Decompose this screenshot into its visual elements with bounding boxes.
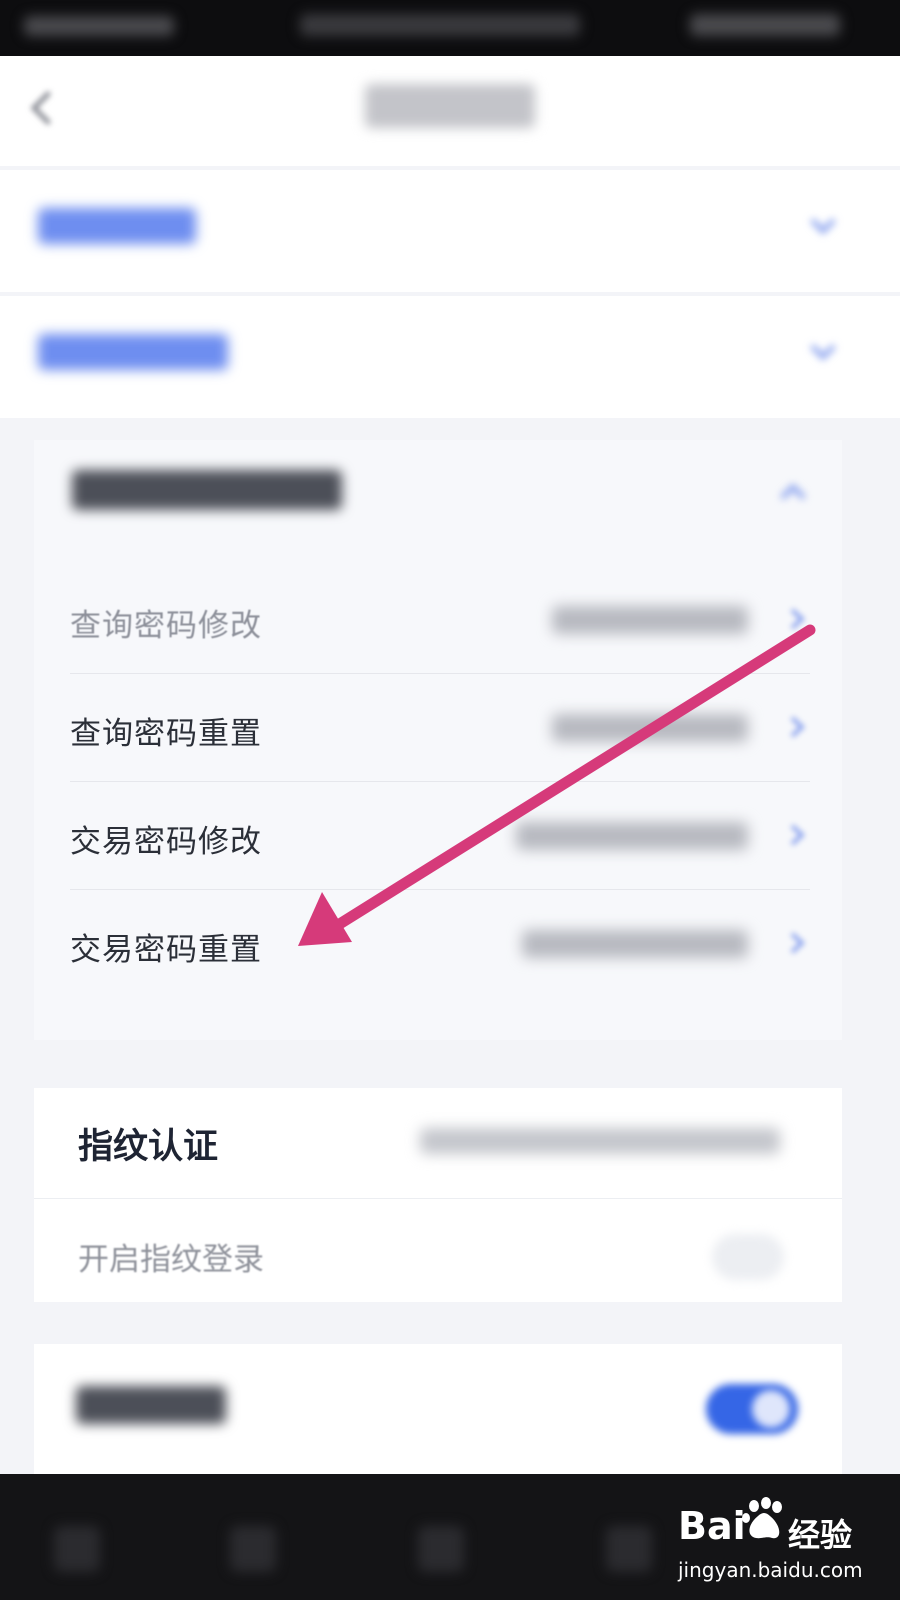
fingerprint-login-label: 开启指纹登录 [78,1242,264,1278]
nav-menu-icon[interactable] [54,1526,100,1572]
menu-item-label: 查询密码重置 [70,716,262,752]
chevron-up-icon[interactable] [778,482,808,504]
nav-circle-icon[interactable] [418,1526,464,1572]
chevron-left-icon[interactable] [22,88,62,128]
fingerprint-description [420,1128,780,1154]
divider [34,1198,842,1199]
nav-home-icon[interactable] [230,1526,276,1572]
toggle-knob [752,1390,790,1428]
fingerprint-login-toggle[interactable] [712,1234,784,1280]
watermark-url: jingyan.baidu.com [678,1558,863,1582]
menu-item-label: 交易密码修改 [70,824,262,860]
chevron-down-icon [808,215,838,237]
menu-item-trade-password-reset[interactable]: 交易密码重置 [70,890,810,998]
menu-item-label: 查询密码修改 [70,608,262,644]
chevron-down-icon [808,341,838,363]
watermark-brand: Bai [678,1504,746,1548]
status-indicators [300,14,580,36]
watermark-brand-suffix: 经验 [788,1516,853,1554]
status-battery [690,14,840,36]
page-title [365,84,535,128]
menu-item-description [552,714,748,742]
baidu-jingyan-watermark: Bai 经验 jingyan.baidu.com [670,1496,880,1588]
menu-item-description [516,822,748,850]
menu-item-query-password-reset[interactable]: 查询密码重置 [70,674,810,782]
chevron-right-icon [786,930,808,956]
chevron-right-icon [786,714,808,740]
nav-back-icon[interactable] [606,1526,652,1572]
menu-item-trade-password-change[interactable]: 交易密码修改 [70,782,810,890]
password-card-title [72,470,342,510]
status-carrier [24,16,174,36]
chevron-right-icon [786,822,808,848]
face-auth-label [76,1386,226,1424]
settings-row-2-label [38,334,228,370]
menu-item-query-password-change[interactable]: 查询密码修改 [70,566,810,674]
fingerprint-title: 指纹认证 [78,1127,219,1167]
menu-item-description [522,930,748,958]
menu-item-label: 交易密码重置 [70,932,262,968]
settings-row-1-label [38,208,196,244]
menu-item-description [552,606,748,634]
chevron-right-icon [786,606,808,632]
